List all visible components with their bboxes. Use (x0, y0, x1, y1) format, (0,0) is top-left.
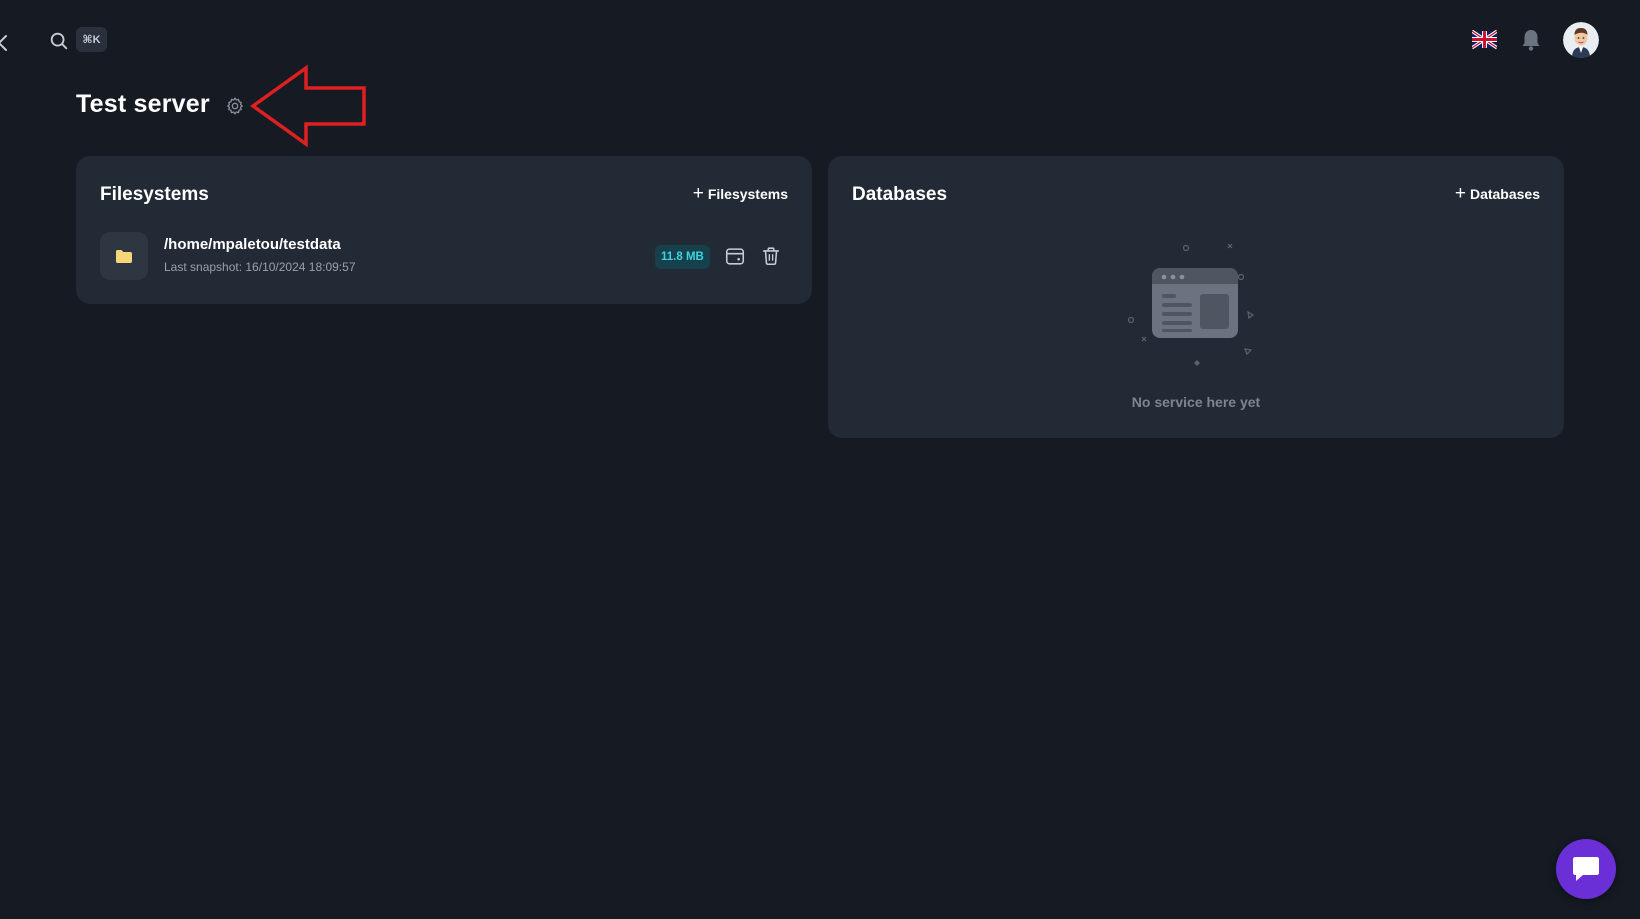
trash-icon[interactable] (760, 245, 782, 267)
uk-flag-icon[interactable] (1472, 29, 1497, 50)
empty-state-text: No service here yet (1131, 394, 1261, 410)
add-filesystem-button[interactable]: + Filesystems (693, 184, 788, 203)
filesystem-last-snapshot: Last snapshot: 16/10/2024 18:09:57 (164, 260, 356, 274)
add-filesystem-label: Filesystems (707, 185, 788, 202)
plus-icon: + (1454, 183, 1466, 204)
chat-icon (1573, 857, 1599, 881)
avatar[interactable] (1563, 22, 1599, 58)
page: ⌘K Test server Filesystems + Filesystems… (0, 0, 1640, 919)
size-badge: 11.8 MB (655, 245, 710, 269)
bell-icon[interactable] (1520, 28, 1542, 52)
chat-button[interactable] (1556, 839, 1616, 899)
calendar-icon[interactable] (724, 245, 746, 267)
gear-icon[interactable] (225, 96, 245, 116)
chevron-left-icon[interactable] (0, 34, 8, 52)
filesystems-card: Filesystems + Filesystems /home/mpaletou… (76, 156, 812, 304)
add-database-button[interactable]: + Databases (1455, 184, 1540, 203)
annotation-arrow (250, 65, 366, 147)
folder-tile (100, 232, 148, 280)
filesystems-title: Filesystems (100, 184, 209, 205)
filesystem-path: /home/mpaletou/testdata (164, 236, 341, 253)
search-icon[interactable] (48, 30, 70, 52)
plus-icon: + (692, 183, 704, 204)
user-avatar-icon (1563, 22, 1599, 58)
databases-card: Databases + Databases No service here ye… (828, 156, 1564, 438)
page-title: Test server (76, 90, 210, 118)
databases-title: Databases (852, 184, 948, 205)
list-item[interactable]: /home/mpaletou/testdata Last snapshot: 1… (100, 232, 788, 280)
empty-state-illustration (1128, 244, 1255, 366)
search-shortcut-badge[interactable]: ⌘K (76, 27, 107, 52)
folder-icon (116, 249, 132, 263)
add-database-label: Databases (1469, 185, 1540, 202)
